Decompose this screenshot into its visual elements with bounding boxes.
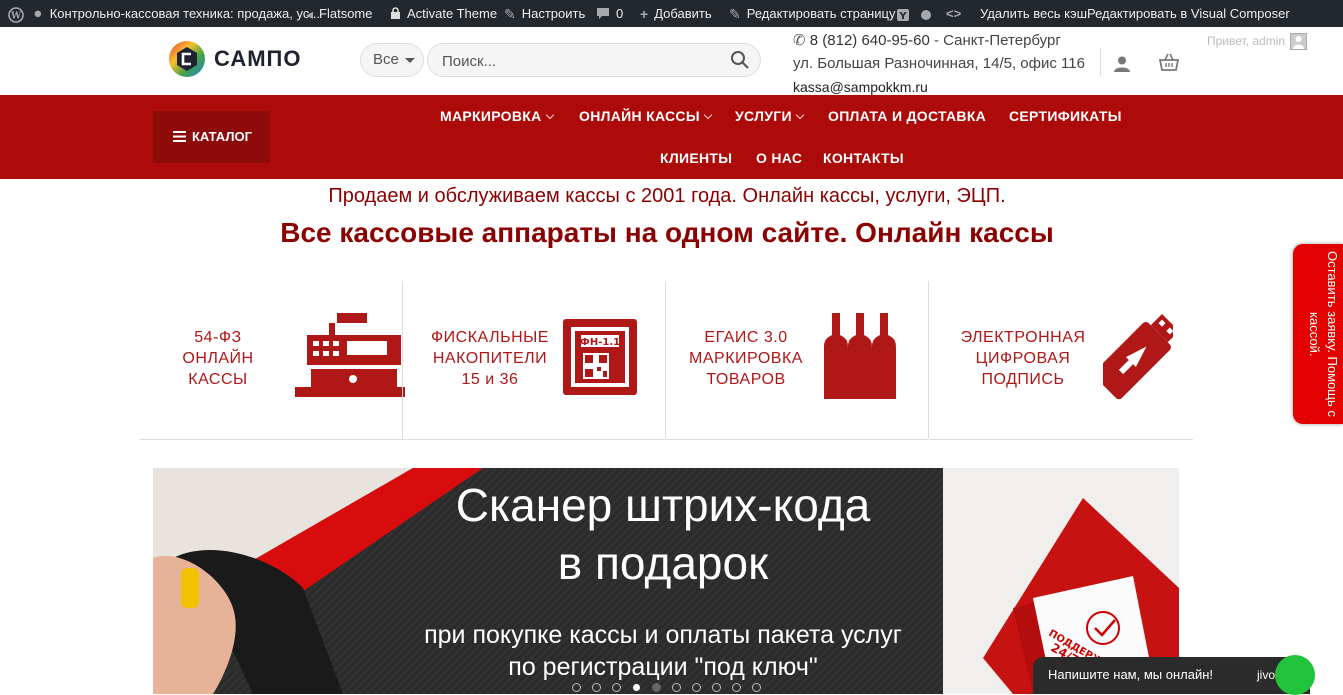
chevron-down-icon	[545, 110, 554, 120]
admin-greeting[interactable]: Привет, admin	[1207, 34, 1285, 48]
admin-add-link[interactable]: + Добавить	[640, 0, 712, 27]
contact-phone-line: ✆ 8 (812) 640-95-60 - Санкт-Петербург	[793, 31, 1061, 49]
admin-customize-link[interactable]: ✎ Настроить	[504, 0, 585, 27]
pencil-icon: ✎	[729, 6, 741, 23]
contact-address: ул. Большая Разночинная, 14/5, офис 116	[793, 55, 1085, 72]
lock-icon	[390, 1, 401, 28]
phone-icon: ✆	[793, 32, 806, 49]
nav-item-contacts[interactable]: КОНТАКТЫ	[823, 150, 904, 166]
wordpress-logo-icon[interactable]: W	[8, 0, 24, 27]
admin-visual-composer-link[interactable]: Редактировать в Visual Composer	[1087, 0, 1290, 27]
nav-item-clients[interactable]: КЛИЕНТЫ	[660, 150, 732, 166]
admin-site-link[interactable]: ⚫ Контрольно-кассовая техника: продажа, у…	[32, 0, 320, 27]
admin-comments-link[interactable]: 0	[596, 0, 623, 27]
chat-widget-label: Напишите нам, мы онлайн!	[1048, 667, 1214, 682]
chevron-down-icon	[795, 110, 805, 120]
svg-text:ФН-1.1: ФН-1.1	[580, 337, 620, 348]
slider-dot[interactable]	[652, 683, 661, 692]
admin-activate-link[interactable]: Activate Theme	[390, 0, 497, 27]
admin-flatsome-link[interactable]: ◂ Flatsome	[306, 0, 373, 27]
admin-edit-link[interactable]: ✎ Редактировать страницу	[729, 0, 895, 27]
avatar[interactable]	[1290, 33, 1307, 50]
admin-clear-cache-link[interactable]: Удалить весь кэш	[980, 0, 1087, 27]
menu-icon	[173, 112, 186, 164]
brush-icon: ✎	[504, 6, 516, 23]
comment-icon	[596, 1, 610, 28]
nav-item-certificates[interactable]: СЕРТИФИКАТЫ	[1009, 108, 1122, 124]
search-category-select[interactable]: Все	[360, 43, 424, 77]
chevron-down-icon	[405, 58, 415, 63]
banner-title-2: в подарок	[557, 537, 769, 589]
nav-item-services[interactable]: УСЛУГИ	[735, 108, 805, 124]
feature-egais-marking[interactable]: ЕГАИС 3.0 МАРКИРОВКА ТОВАРОВ	[666, 281, 928, 440]
banner-subtitle-1: при покупке кассы и оплаты пакета услуг	[424, 621, 902, 649]
phone-number[interactable]: 8 (812) 640-95-60	[810, 32, 930, 49]
slider-dot-active[interactable]	[632, 683, 641, 692]
search-icon[interactable]	[730, 50, 750, 70]
feature-fiscal-storage[interactable]: ФИСКАЛЬНЫЕ НАКОПИТЕЛИ 15 и 36 ФН-1.1	[403, 281, 665, 440]
slider-dot[interactable]	[592, 683, 601, 692]
nav-item-about[interactable]: О НАС	[756, 150, 802, 166]
cart-icon[interactable]	[1158, 53, 1180, 73]
feature-digital-signature[interactable]: ЭЛЕКТРОННАЯ ЦИФРОВАЯ ПОДПИСЬ	[929, 281, 1193, 440]
yoast-icon[interactable]: Y	[896, 0, 910, 27]
search-input[interactable]	[440, 44, 724, 78]
chat-status-badge	[1275, 655, 1315, 695]
chevron-down-icon	[703, 110, 713, 120]
svg-text:W: W	[10, 11, 22, 21]
nav-item-marking[interactable]: МАРКИРОВКА	[440, 108, 554, 124]
banner-subtitle-2: по регистрации "под ключ"	[508, 653, 818, 681]
svg-text:Y: Y	[898, 11, 907, 22]
logo-mark[interactable]	[168, 40, 206, 78]
header-divider	[1100, 48, 1101, 76]
request-side-tab-label: Оставить заявку. Помощь с кассой.	[1307, 251, 1340, 417]
city: - Санкт-Петербург	[929, 32, 1061, 49]
cash-register-icon	[295, 313, 405, 397]
catalog-button[interactable]: КАТАЛОГ	[153, 111, 270, 163]
subheadline: Продаем и обслуживаем кассы с 2001 года.…	[328, 185, 1006, 207]
account-icon[interactable]	[1113, 55, 1131, 73]
usb-token-icon	[1103, 313, 1173, 400]
fiscal-drive-icon: ФН-1.1	[563, 319, 637, 395]
slider-dot[interactable]	[572, 683, 581, 692]
nav-item-online-kassy[interactable]: ОНЛАЙН КАССЫ	[579, 108, 713, 124]
logo-text[interactable]: САМПО	[214, 46, 301, 72]
slider-dot[interactable]	[672, 683, 681, 692]
search-box	[427, 43, 761, 78]
banner-title-1: Сканер штрих-кода	[455, 479, 871, 531]
nav-item-payment-delivery[interactable]: ОПЛАТА И ДОСТАВКА	[828, 108, 986, 124]
contact-email[interactable]: kassa@sampokkm.ru	[793, 79, 928, 95]
flatsome-icon: ◂	[306, 6, 314, 23]
bottles-icon	[824, 313, 896, 399]
jivo-logo: jivo	[1257, 668, 1276, 682]
status-dot-icon[interactable]	[920, 0, 932, 27]
promo-banner[interactable]: ПОДДЕРЖКА 24/7 Сканер штрих-кода в подар…	[153, 468, 1179, 694]
feature-online-kassy[interactable]: 54-ФЗ ОНЛАЙН КАССЫ	[140, 281, 405, 440]
slider-dot[interactable]	[692, 683, 701, 692]
page-title: Все кассовые аппараты на одном сайте. Он…	[280, 217, 1054, 248]
slider-dot[interactable]	[612, 683, 621, 692]
slider-dot[interactable]	[752, 683, 761, 692]
admin-bar: W ⚫ Контрольно-кассовая техника: продажа,…	[0, 0, 1343, 27]
slider-dot[interactable]	[712, 683, 721, 692]
home-icon: ⚫	[32, 6, 44, 23]
slider-dot[interactable]	[732, 683, 741, 692]
code-icon[interactable]: <>	[946, 0, 961, 27]
plus-icon: +	[640, 6, 649, 23]
